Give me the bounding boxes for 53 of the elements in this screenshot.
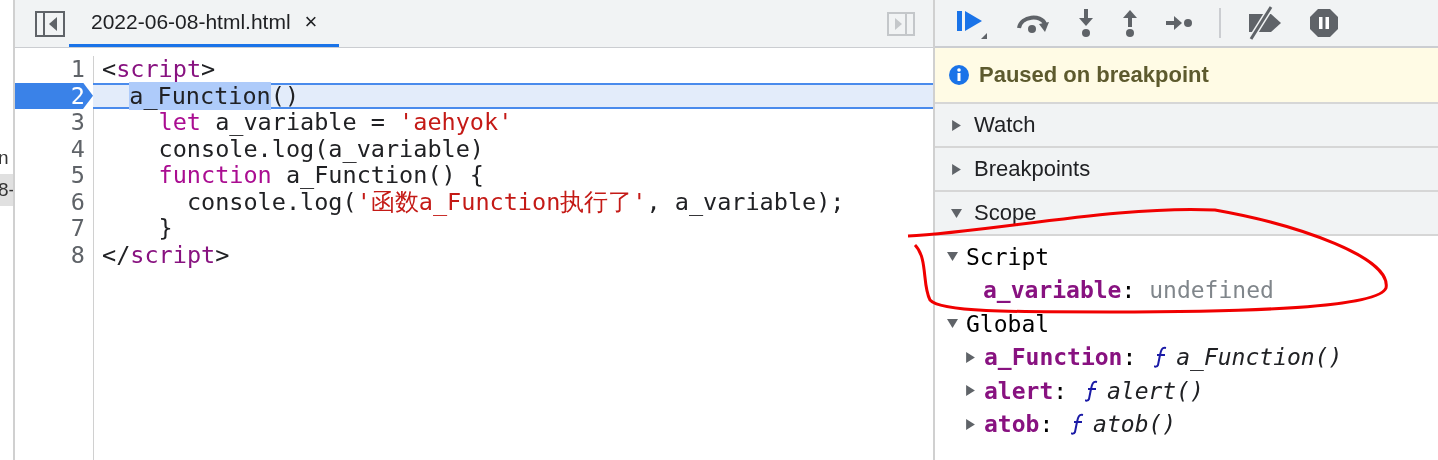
expand-triangle-icon[interactable]	[951, 207, 962, 219]
function-icon	[1154, 346, 1169, 369]
collapse-triangle-icon[interactable]	[965, 351, 976, 363]
step-icon[interactable]	[1165, 15, 1193, 31]
scope-property: a_variable: undefined	[983, 277, 1274, 304]
scope-property: a_Function:	[984, 344, 1138, 371]
pause-icon[interactable]	[1309, 8, 1339, 38]
line-number[interactable]: 1	[15, 56, 94, 83]
deactivate-breakpoints-icon[interactable]	[1247, 6, 1283, 40]
code-line: <script>	[101, 56, 217, 83]
expand-triangle-icon[interactable]	[947, 318, 958, 330]
pane-header[interactable]: Watch	[935, 104, 1438, 148]
navigator-item[interactable]: n	[0, 142, 13, 174]
function-signature: alert()	[1106, 377, 1204, 404]
pane-header[interactable]: Breakpoints	[935, 148, 1438, 192]
pane-title: Watch	[974, 112, 1036, 138]
scope-property: atob:	[984, 411, 1055, 438]
tab-label: 2022-06-08-html.html	[91, 10, 291, 34]
code-line: function a_Function() {	[157, 162, 485, 189]
step-out-icon[interactable]	[1121, 8, 1139, 38]
line-number[interactable]: 4	[15, 135, 94, 162]
scope-title[interactable]: Script	[966, 243, 1050, 270]
function-signature: a_Function()	[1176, 344, 1343, 371]
function-icon	[1071, 413, 1086, 436]
collapse-triangle-icon[interactable]	[951, 163, 962, 175]
expand-triangle-icon[interactable]	[947, 251, 958, 263]
code-line: console.log(a_variable)	[157, 135, 484, 162]
pane-title: Breakpoints	[974, 156, 1091, 182]
line-number[interactable]: 7	[15, 215, 94, 242]
paused-message: Paused on breakpoint	[979, 62, 1209, 88]
code-line: let a_variable = 'aehyok'	[158, 109, 514, 136]
sidebar-toggle-icon[interactable]	[887, 11, 915, 36]
code-line: }	[157, 215, 174, 242]
collapse-triangle-icon[interactable]	[965, 385, 976, 397]
function-signature: atob()	[1093, 411, 1177, 438]
pane-title: Scope	[974, 200, 1037, 226]
line-number[interactable]: 6	[15, 188, 94, 215]
scope-title[interactable]: Global	[966, 310, 1050, 337]
line-number[interactable]: 8	[15, 241, 94, 268]
code-line: console.log('函数a_Function执行了', a_variable);	[185, 188, 846, 215]
scope-property: alert:	[984, 377, 1069, 404]
breakpoint-marker[interactable]: 2	[15, 82, 93, 109]
info-icon	[949, 65, 969, 85]
function-icon	[1084, 379, 1099, 402]
step-into-icon[interactable]	[1077, 8, 1095, 38]
code-line: </script>	[101, 241, 231, 268]
collapse-triangle-icon[interactable]	[951, 119, 962, 131]
line-number[interactable]: 5	[15, 162, 94, 189]
close-icon[interactable]: ×	[304, 9, 318, 35]
line-number[interactable]: 3	[15, 109, 94, 136]
pane-header[interactable]: Scope	[935, 192, 1438, 236]
collapse-triangle-icon[interactable]	[965, 418, 976, 430]
sidebar-toggle-icon[interactable]	[35, 10, 65, 37]
